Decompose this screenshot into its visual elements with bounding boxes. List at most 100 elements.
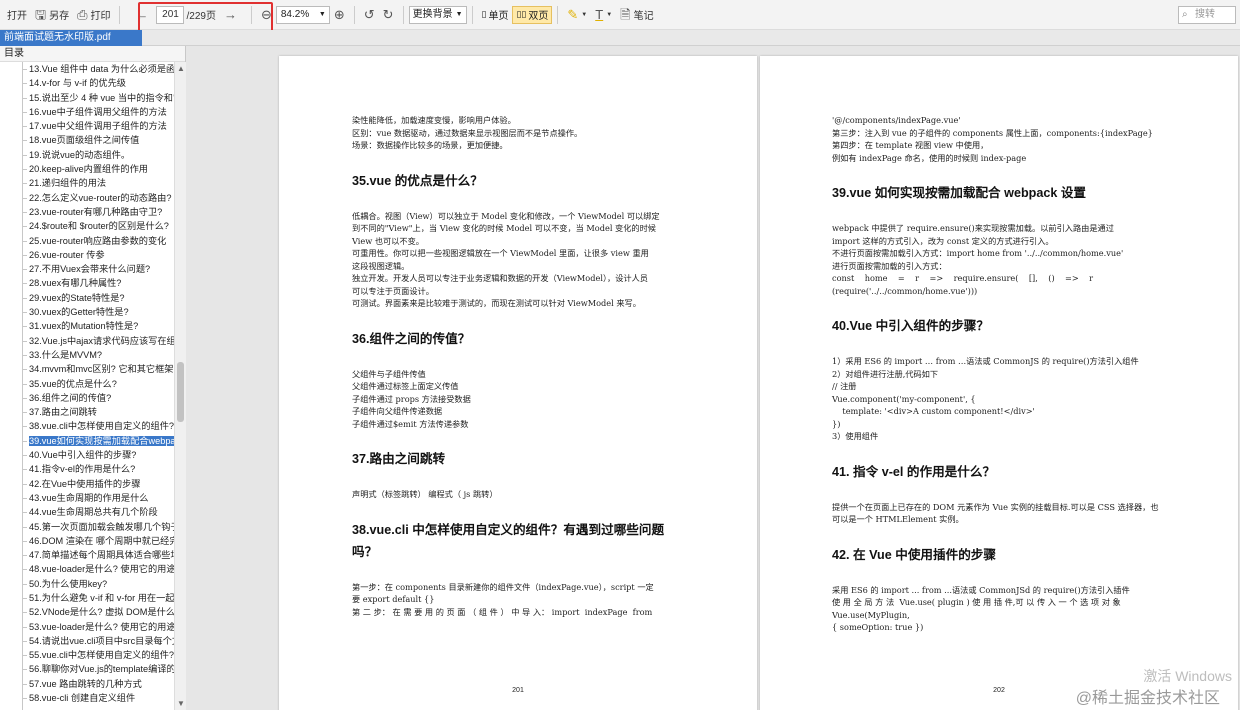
outline-item[interactable]: 21.递归组件的用法 — [0, 176, 174, 190]
outline-item[interactable]: 23.vue-router有哪几种路由守卫? — [0, 205, 174, 219]
outline-item-label: 26.vue-router 传参 — [29, 249, 105, 260]
outline-item-label: 47.简单描述每个周期具体适合哪些场 — [29, 550, 174, 561]
scrollbar-thumb[interactable] — [177, 362, 184, 422]
outline-item-label: 23.vue-router有哪几种路由守卫? — [29, 206, 163, 217]
chevron-down-icon: ▼ — [318, 10, 326, 18]
single-page-label: 单页 — [488, 11, 509, 22]
toolbar-divider — [402, 5, 404, 24]
outline-item[interactable]: 57.vue 路由跳转的几种方式 — [0, 677, 174, 691]
toolbar-divider — [471, 5, 473, 24]
paragraph: 声明式（标签跳转） 编程式（ js 跳转） — [352, 489, 498, 499]
rotate-right-button[interactable]: ↻ — [379, 4, 398, 26]
outline-scrollbar[interactable]: ▲ ▼ — [174, 62, 186, 710]
scroll-down-icon[interactable]: ▼ — [177, 699, 185, 708]
outline-item[interactable]: 33.什么是MVVM? — [0, 348, 174, 362]
highlight-button[interactable]: ✎ ▼ — [563, 4, 591, 26]
document-tab[interactable]: 前端面试题无水印版.pdf — [0, 30, 142, 46]
outline-item[interactable]: 35.vue的优点是什么? — [0, 377, 174, 391]
paragraph: webpack 中提供了 require.ensure()来实现按需加载。以前引… — [832, 223, 1124, 296]
outline-item[interactable]: 31.vuex的Mutation特性是? — [0, 319, 174, 333]
outline-item-label: 14.v-for 与 v-if 的优先级 — [29, 78, 126, 89]
outline-item-label: 41.指令v-el的作用是什么? — [29, 464, 136, 475]
outline-item[interactable]: 18.vue页面级组件之间传值 — [0, 133, 174, 147]
outline-item[interactable]: 46.DOM 渲染在 哪个周期中就已经完 — [0, 534, 174, 548]
outline-item[interactable]: 48.vue-loader是什么? 使用它的用途 — [0, 562, 174, 576]
outline-item[interactable]: 36.组件之间的传值? — [0, 391, 174, 405]
save-as-label: 另存 — [49, 11, 70, 22]
single-page-button[interactable]: ▯ 单页 — [478, 6, 513, 24]
open-button[interactable]: 打开 — [3, 4, 31, 26]
outline-item[interactable]: 17.vue中父组件调用子组件的方法 — [0, 119, 174, 133]
rotate-right-icon: ↻ — [382, 7, 394, 22]
outline-item[interactable]: 43.vue生命周期的作用是什么 — [0, 491, 174, 505]
section-heading: 35.vue 的优点是什么？ — [352, 173, 483, 188]
tab-bar: 前端面试题无水印版.pdf — [0, 30, 1240, 46]
outline-item[interactable]: 55.vue.cli中怎样使用自定义的组件? 有 — [0, 648, 174, 662]
chevron-down-icon: ▼ — [606, 11, 613, 18]
double-page-button[interactable]: ▯▯ 双页 — [512, 5, 553, 24]
outline-item[interactable]: 28.vuex有哪几种属性? — [0, 276, 174, 290]
print-label: 打印 — [90, 11, 111, 22]
note-button[interactable]: 🗎 笔记 — [616, 4, 657, 26]
outline-item[interactable]: 34.mvvm和mvc区别? 它和其它框架 — [0, 362, 174, 376]
outline-item-label: 24.$route和 $router的区别是什么? — [29, 221, 169, 232]
paragraph: 低耦合。视图（View）可以独立于 Model 变化和修改，一个 ViewMod… — [352, 210, 660, 309]
outline-item[interactable]: 30.vuex的Getter特性是? — [0, 305, 174, 319]
outline-item-label: 46.DOM 渲染在 哪个周期中就已经完 — [29, 535, 174, 546]
open-label: 打开 — [7, 11, 27, 22]
outline-item[interactable]: 56.聊聊你对Vue.js的template编译的 — [0, 662, 174, 676]
outline-item[interactable]: 19.说说vue的动态组件。 — [0, 148, 174, 162]
toolbar-divider — [353, 5, 355, 24]
outline-item[interactable]: 14.v-for 与 v-if 的优先级 — [0, 76, 174, 90]
outline-item-label: 19.说说vue的动态组件。 — [29, 149, 131, 160]
outline-item[interactable]: 44.vue生命周期总共有几个阶段 — [0, 505, 174, 519]
outline-item[interactable]: 15.说出至少 4 种 vue 当中的指令和它 — [0, 91, 174, 105]
outline-item[interactable]: 26.vue-router 传参 — [0, 248, 174, 262]
text-color-button[interactable]: T ▼ — [591, 4, 616, 26]
outline-item[interactable]: 13.Vue 组件中 data 为什么必须是函数 — [0, 62, 174, 76]
background-label: 更换背景 — [412, 8, 453, 20]
outline-item[interactable]: 41.指令v-el的作用是什么? — [0, 462, 174, 476]
zoom-in-button[interactable]: ⊕ — [330, 4, 349, 26]
outline-item[interactable]: 50.为什么使用key? — [0, 577, 174, 591]
outline-item[interactable]: 25.vue-router响应路由参数的变化 — [0, 234, 174, 248]
zoom-in-icon: ⊕ — [333, 7, 345, 22]
pdf-page-left: 染性能降低，加载速度变慢，影响用户体验。 区别：vue 数据驱动，通过数据来显示… — [279, 56, 757, 710]
background-select[interactable]: 更换背景 ▼ — [408, 5, 467, 24]
toolbar-divider — [119, 5, 121, 24]
zoom-value: 84.2% — [280, 8, 310, 20]
outline-item[interactable]: 29.vuex的State特性是? — [0, 291, 174, 305]
outline-item[interactable]: 20.keep-alive内置组件的作用 — [0, 162, 174, 176]
outline-item[interactable]: 24.$route和 $router的区别是什么? — [0, 219, 174, 233]
outline-item[interactable]: 37.路由之间跳转 — [0, 405, 174, 419]
outline-item-label: 43.vue生命周期的作用是什么 — [29, 492, 149, 503]
paragraph: 染性能降低，加载速度变慢，影响用户体验。 区别：vue 数据驱动，通过数据来显示… — [352, 115, 583, 150]
zoom-select[interactable]: 84.2% ▼ — [275, 5, 330, 24]
outline-item[interactable]: 42.在Vue中使用插件的步骤 — [0, 477, 174, 491]
outline-item[interactable]: 45.第一次页面加载会触发哪几个钩子 — [0, 520, 174, 534]
outline-item[interactable]: 39.vue如何实现按需加载配合webpack — [0, 434, 174, 448]
outline-item[interactable]: 32.Vue.js中ajax请求代码应该写在组件 — [0, 334, 174, 348]
print-button[interactable]: ⎙ 打印 — [73, 4, 114, 26]
outline-item[interactable]: 40.Vue中引入组件的步骤? — [0, 448, 174, 462]
outline-item-label: 54.请说出vue.cli项目中src目录每个文 — [29, 635, 174, 646]
outline-item[interactable]: 38.vue.cli中怎样使用自定义的组件? 有 — [0, 419, 174, 433]
outline-item[interactable]: 22.怎么定义vue-router的动态路由? — [0, 191, 174, 205]
outline-item-label: 58.vue-cli 创建自定义组件 — [29, 693, 136, 704]
save-as-button[interactable]: 🖫 另存 — [31, 4, 73, 26]
outline-item[interactable]: 16.vue中子组件调用父组件的方法 — [0, 105, 174, 119]
outline-item[interactable]: 52.VNode是什么? 虚拟 DOM是什么 — [0, 605, 174, 619]
scroll-up-icon[interactable]: ▲ — [177, 64, 185, 73]
outline-item[interactable]: 51.为什么避免 v-if 和 v-for 用在一起 — [0, 591, 174, 605]
page-number: 201 — [512, 687, 524, 694]
outline-item[interactable]: 53.vue-loader是什么? 使用它的用途 — [0, 620, 174, 634]
text-color-icon: T — [595, 7, 604, 22]
outline-item[interactable]: 58.vue-cli 创建自定义组件 — [0, 691, 174, 705]
outline-item[interactable]: 54.请说出vue.cli项目中src目录每个文 — [0, 634, 174, 648]
search-input[interactable]: ⌕ 搜转 — [1178, 6, 1236, 24]
rotate-left-button[interactable]: ↺ — [360, 4, 379, 26]
outline-item-label: 39.vue如何实现按需加载配合webpack — [29, 435, 174, 446]
outline-item[interactable]: 47.简单描述每个周期具体适合哪些场 — [0, 548, 174, 562]
section-heading: 40.Vue 中引入组件的步骤？ — [832, 319, 989, 333]
outline-item[interactable]: 27.不用Vuex会带来什么问题? — [0, 262, 174, 276]
